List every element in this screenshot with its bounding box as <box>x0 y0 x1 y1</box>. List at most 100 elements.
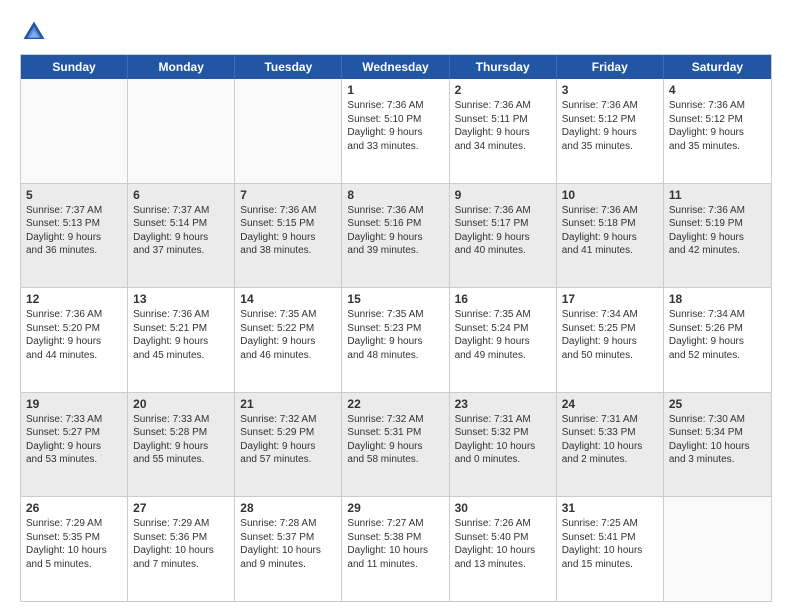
calendar-cell: 2 Sunrise: 7:36 AM Sunset: 5:11 PM Daylig… <box>450 79 557 183</box>
calendar-cell: 4Sunrise: 7:36 AM Sunset: 5:12 PM Daylig… <box>664 79 771 183</box>
cell-info: Sunrise: 7:36 AM Sunset: 5:16 PM Dayligh… <box>347 204 443 258</box>
calendar-row: 26Sunrise: 7:29 AM Sunset: 5:35 PM Dayli… <box>21 496 771 601</box>
cell-info: Sunrise: 7:36 AM Sunset: 5:21 PM Dayligh… <box>133 308 229 362</box>
calendar-cell: 18 Sunrise: 7:34 AM Sunset: 5:26 PM Dayli… <box>664 288 771 392</box>
cell-info: Sunrise: 7:34 AM Sunset: 5:26 PM Dayligh… <box>669 308 766 362</box>
cell-date: 14 <box>240 292 336 306</box>
cell-info: Sunrise: 7:35 AM Sunset: 5:24 PM Dayligh… <box>455 308 551 362</box>
calendar-cell: 30 Sunrise: 7:26 AM Sunset: 5:40 PM Dayli… <box>450 497 557 601</box>
header <box>20 18 772 46</box>
calendar-cell: 19Sunrise: 7:33 AM Sunset: 5:27 PM Dayli… <box>21 393 128 497</box>
calendar-cell: 14 Sunrise: 7:35 AM Sunset: 5:22 PM Dayli… <box>235 288 342 392</box>
cell-date: 10 <box>562 188 658 202</box>
calendar-cell: 20 Sunrise: 7:33 AM Sunset: 5:28 PM Dayli… <box>128 393 235 497</box>
cell-date: 15 <box>347 292 443 306</box>
calendar-row: 19Sunrise: 7:33 AM Sunset: 5:27 PM Dayli… <box>21 392 771 497</box>
cell-info: Sunrise: 7:35 AM Sunset: 5:23 PM Dayligh… <box>347 308 443 362</box>
calendar-cell: 5 Sunrise: 7:37 AM Sunset: 5:13 PM Daylig… <box>21 184 128 288</box>
cell-date: 8 <box>347 188 443 202</box>
cell-date: 28 <box>240 501 336 515</box>
header-day-thursday: Thursday <box>450 55 557 79</box>
header-day-friday: Friday <box>557 55 664 79</box>
header-day-tuesday: Tuesday <box>235 55 342 79</box>
calendar-cell <box>128 79 235 183</box>
calendar-cell: 7Sunrise: 7:36 AM Sunset: 5:15 PM Daylig… <box>235 184 342 288</box>
cell-date: 6 <box>133 188 229 202</box>
cell-info: Sunrise: 7:36 AM Sunset: 5:15 PM Dayligh… <box>240 204 336 258</box>
cell-info: Sunrise: 7:35 AM Sunset: 5:22 PM Dayligh… <box>240 308 336 362</box>
calendar-cell: 27Sunrise: 7:29 AM Sunset: 5:36 PM Dayli… <box>128 497 235 601</box>
calendar-body: 1Sunrise: 7:36 AM Sunset: 5:10 PM Daylig… <box>21 79 771 601</box>
cell-info: Sunrise: 7:37 AM Sunset: 5:14 PM Dayligh… <box>133 204 229 258</box>
calendar-cell <box>235 79 342 183</box>
cell-date: 11 <box>669 188 766 202</box>
calendar-row: 5 Sunrise: 7:37 AM Sunset: 5:13 PM Daylig… <box>21 183 771 288</box>
cell-info: Sunrise: 7:33 AM Sunset: 5:28 PM Dayligh… <box>133 413 229 467</box>
calendar-cell: 22 Sunrise: 7:32 AM Sunset: 5:31 PM Dayli… <box>342 393 449 497</box>
calendar-cell: 8 Sunrise: 7:36 AM Sunset: 5:16 PM Daylig… <box>342 184 449 288</box>
cell-info: Sunrise: 7:36 AM Sunset: 5:17 PM Dayligh… <box>455 204 551 258</box>
cell-info: Sunrise: 7:36 AM Sunset: 5:11 PM Dayligh… <box>455 99 551 153</box>
calendar-row: 12 Sunrise: 7:36 AM Sunset: 5:20 PM Dayli… <box>21 287 771 392</box>
cell-date: 12 <box>26 292 122 306</box>
calendar-cell: 11 Sunrise: 7:36 AM Sunset: 5:19 PM Dayli… <box>664 184 771 288</box>
header-day-saturday: Saturday <box>664 55 771 79</box>
cell-date: 25 <box>669 397 766 411</box>
cell-date: 31 <box>562 501 658 515</box>
cell-info: Sunrise: 7:37 AM Sunset: 5:13 PM Dayligh… <box>26 204 122 258</box>
cell-date: 29 <box>347 501 443 515</box>
header-day-sunday: Sunday <box>21 55 128 79</box>
cell-date: 16 <box>455 292 551 306</box>
calendar-cell: 13 Sunrise: 7:36 AM Sunset: 5:21 PM Dayli… <box>128 288 235 392</box>
calendar: SundayMondayTuesdayWednesdayThursdayFrid… <box>20 54 772 602</box>
cell-date: 20 <box>133 397 229 411</box>
cell-info: Sunrise: 7:36 AM Sunset: 5:12 PM Dayligh… <box>562 99 658 153</box>
cell-info: Sunrise: 7:36 AM Sunset: 5:10 PM Dayligh… <box>347 99 443 153</box>
cell-info: Sunrise: 7:33 AM Sunset: 5:27 PM Dayligh… <box>26 413 122 467</box>
cell-info: Sunrise: 7:36 AM Sunset: 5:19 PM Dayligh… <box>669 204 766 258</box>
logo-icon <box>20 18 48 46</box>
calendar-cell: 24 Sunrise: 7:31 AM Sunset: 5:33 PM Dayli… <box>557 393 664 497</box>
calendar-cell: 25Sunrise: 7:30 AM Sunset: 5:34 PM Dayli… <box>664 393 771 497</box>
calendar-cell: 3 Sunrise: 7:36 AM Sunset: 5:12 PM Daylig… <box>557 79 664 183</box>
cell-date: 5 <box>26 188 122 202</box>
cell-date: 18 <box>669 292 766 306</box>
cell-date: 26 <box>26 501 122 515</box>
calendar-cell: 31 Sunrise: 7:25 AM Sunset: 5:41 PM Dayli… <box>557 497 664 601</box>
cell-info: Sunrise: 7:26 AM Sunset: 5:40 PM Dayligh… <box>455 517 551 571</box>
cell-date: 4 <box>669 83 766 97</box>
logo <box>20 18 52 46</box>
calendar-cell: 23 Sunrise: 7:31 AM Sunset: 5:32 PM Dayli… <box>450 393 557 497</box>
calendar-header: SundayMondayTuesdayWednesdayThursdayFrid… <box>21 55 771 79</box>
calendar-row: 1Sunrise: 7:36 AM Sunset: 5:10 PM Daylig… <box>21 79 771 183</box>
cell-info: Sunrise: 7:36 AM Sunset: 5:20 PM Dayligh… <box>26 308 122 362</box>
calendar-cell: 17Sunrise: 7:34 AM Sunset: 5:25 PM Dayli… <box>557 288 664 392</box>
calendar-cell: 28 Sunrise: 7:28 AM Sunset: 5:37 PM Dayli… <box>235 497 342 601</box>
calendar-cell: 29 Sunrise: 7:27 AM Sunset: 5:38 PM Dayli… <box>342 497 449 601</box>
cell-info: Sunrise: 7:31 AM Sunset: 5:33 PM Dayligh… <box>562 413 658 467</box>
cell-date: 23 <box>455 397 551 411</box>
cell-info: Sunrise: 7:36 AM Sunset: 5:18 PM Dayligh… <box>562 204 658 258</box>
calendar-cell: 15 Sunrise: 7:35 AM Sunset: 5:23 PM Dayli… <box>342 288 449 392</box>
cell-date: 2 <box>455 83 551 97</box>
cell-date: 24 <box>562 397 658 411</box>
cell-date: 9 <box>455 188 551 202</box>
cell-date: 3 <box>562 83 658 97</box>
cell-info: Sunrise: 7:31 AM Sunset: 5:32 PM Dayligh… <box>455 413 551 467</box>
calendar-cell: 1Sunrise: 7:36 AM Sunset: 5:10 PM Daylig… <box>342 79 449 183</box>
cell-info: Sunrise: 7:34 AM Sunset: 5:25 PM Dayligh… <box>562 308 658 362</box>
calendar-cell: 9 Sunrise: 7:36 AM Sunset: 5:17 PM Daylig… <box>450 184 557 288</box>
cell-date: 30 <box>455 501 551 515</box>
cell-date: 22 <box>347 397 443 411</box>
cell-info: Sunrise: 7:27 AM Sunset: 5:38 PM Dayligh… <box>347 517 443 571</box>
cell-date: 27 <box>133 501 229 515</box>
page: SundayMondayTuesdayWednesdayThursdayFrid… <box>0 0 792 612</box>
calendar-cell <box>664 497 771 601</box>
cell-info: Sunrise: 7:32 AM Sunset: 5:31 PM Dayligh… <box>347 413 443 467</box>
calendar-cell: 26Sunrise: 7:29 AM Sunset: 5:35 PM Dayli… <box>21 497 128 601</box>
header-day-wednesday: Wednesday <box>342 55 449 79</box>
cell-info: Sunrise: 7:28 AM Sunset: 5:37 PM Dayligh… <box>240 517 336 571</box>
calendar-cell <box>21 79 128 183</box>
cell-info: Sunrise: 7:25 AM Sunset: 5:41 PM Dayligh… <box>562 517 658 571</box>
cell-date: 13 <box>133 292 229 306</box>
